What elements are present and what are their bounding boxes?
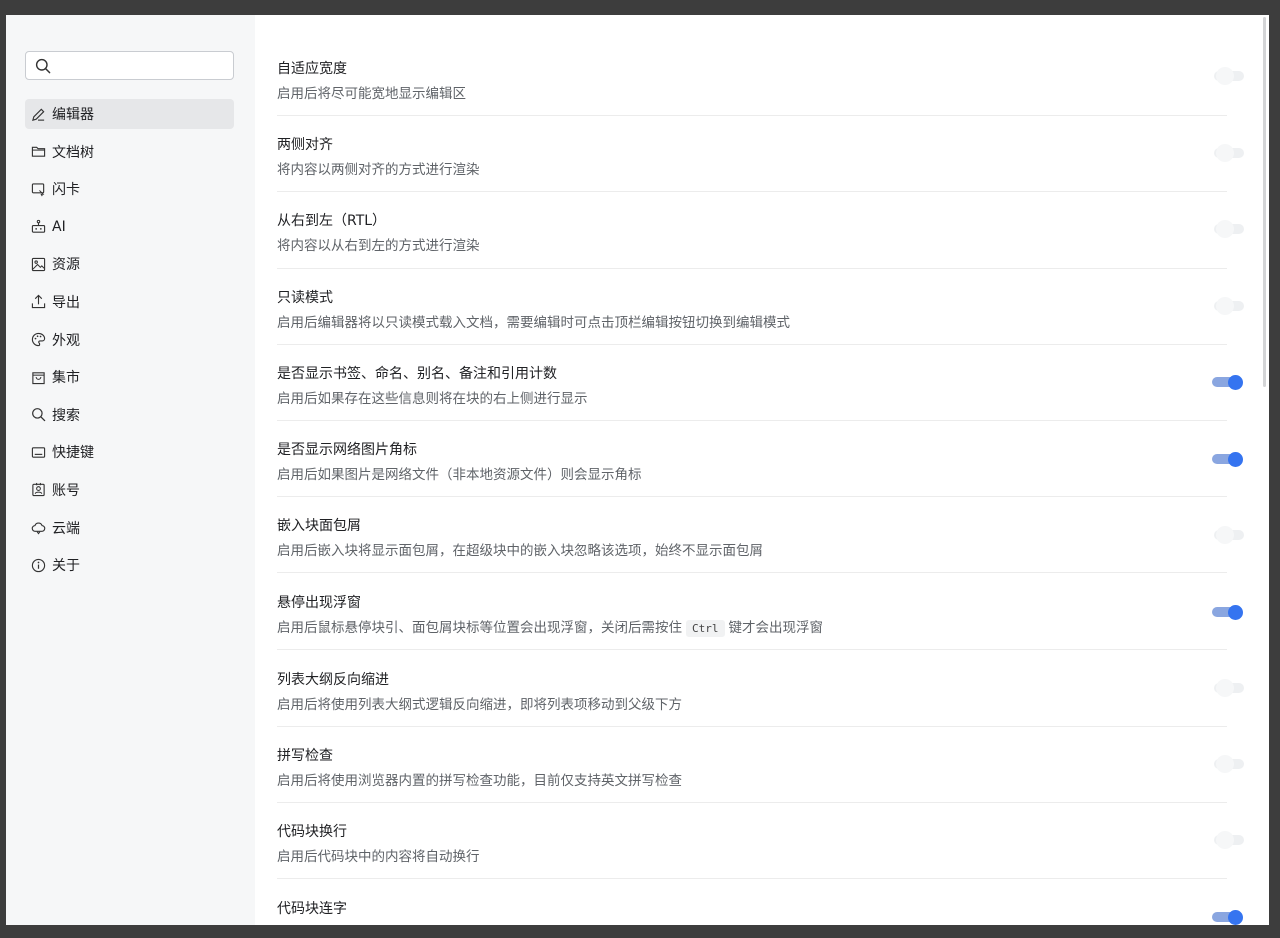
sidebar-item-label: 集市 xyxy=(52,370,80,387)
info-icon xyxy=(31,558,46,573)
rtl-toggle[interactable] xyxy=(1214,220,1248,240)
flashcard-icon xyxy=(31,182,46,197)
settings-content: 自适应宽度 启用后将尽可能宽地显示编辑区 两侧对齐 将内容以两侧对齐的方式进行渲… xyxy=(255,15,1269,925)
adaptive-width-toggle[interactable] xyxy=(1214,67,1248,87)
readonly-toggle[interactable] xyxy=(1214,297,1248,317)
sidebar-item-label: 文档树 xyxy=(52,144,94,161)
search-input[interactable] xyxy=(58,55,230,77)
cloud-icon xyxy=(31,520,46,535)
setting-title: 只读模式 xyxy=(277,290,333,306)
keyboard-shortcut-ctrl: Ctrl xyxy=(686,620,725,637)
sidebar-item-label: 资源 xyxy=(52,257,80,274)
setting-description: 启用后将使用列表大纲式逻辑反向缩进，即将列表项移动到父级下方 xyxy=(277,697,682,713)
sidebar-item-label: 搜索 xyxy=(52,407,80,424)
setting-description: 启用后编辑器将以只读模式载入文档，需要编辑时可点击顶栏编辑按钮切换到编辑模式 xyxy=(277,315,790,331)
setting-description: 启用后鼠标悬停块引、面包屑块标等位置会出现浮窗，关闭后需按住 Ctrl 键才会出现浮… xyxy=(277,616,824,637)
setting-title: 两侧对齐 xyxy=(277,137,333,153)
setting-title: 自适应宽度 xyxy=(277,61,347,77)
setting-description: 启用后如果存在这些信息则将在块的右上侧进行显示 xyxy=(277,391,588,407)
sidebar-item-keymap[interactable]: 快捷键 xyxy=(25,437,234,467)
image-icon xyxy=(31,257,46,272)
sidebar-item-filetree[interactable]: 文档树 xyxy=(25,137,234,167)
upload-icon xyxy=(31,294,46,309)
search-icon xyxy=(35,58,51,74)
spellcheck-toggle[interactable] xyxy=(1214,755,1248,775)
settings-dialog: 编辑器 文档树 闪卡 AI 资源 导出 外观 集市 搜索 快捷键 账号 云端 关… xyxy=(6,15,1269,925)
network-image-badge-toggle[interactable] xyxy=(1212,450,1246,470)
sidebar-item-label: 快捷键 xyxy=(52,445,94,462)
setting-title: 嵌入块面包屑 xyxy=(277,518,361,534)
sidebar-item-flashcard[interactable]: 闪卡 xyxy=(25,174,234,204)
sidebar-item-label: 编辑器 xyxy=(52,107,94,123)
bag-icon xyxy=(31,370,46,385)
list-outline-toggle[interactable] xyxy=(1214,679,1248,699)
settings-nav: 编辑器 文档树 闪卡 AI 资源 导出 外观 集市 搜索 快捷键 账号 云端 关… xyxy=(25,99,234,588)
setting-description: 将内容以两侧对齐的方式进行渲染 xyxy=(277,162,480,178)
embed-breadcrumb-toggle[interactable] xyxy=(1214,526,1248,546)
sidebar-item-assets[interactable]: 资源 xyxy=(25,249,234,279)
setting-title: 从右到左（RTL） xyxy=(277,213,387,229)
setting-embed-breadcrumb: 嵌入块面包屑 启用后嵌入块将显示面包屑，在超级块中的嵌入块忽略该选项，始终不显示… xyxy=(277,515,1227,573)
setting-description: 启用后将尽可能宽地显示编辑区 xyxy=(277,86,466,102)
sidebar-item-label: 外观 xyxy=(52,332,80,349)
sidebar-item-label: 账号 xyxy=(52,482,80,499)
setting-rtl: 从右到左（RTL） 将内容以从右到左的方式进行渲染 xyxy=(277,210,1227,269)
setting-title: 悬停出现浮窗 xyxy=(277,595,361,611)
search-icon xyxy=(31,407,46,422)
sidebar-item-search[interactable]: 搜索 xyxy=(25,400,234,430)
setting-readonly: 只读模式 启用后编辑器将以只读模式载入文档，需要编辑时可点击顶栏编辑按钮切换到编… xyxy=(277,287,1227,345)
settings-sidebar: 编辑器 文档树 闪卡 AI 资源 导出 外观 集市 搜索 快捷键 账号 云端 关… xyxy=(6,15,255,925)
setting-description: 启用后代码块中的内容将自动换行 xyxy=(277,849,480,865)
code-wrap-toggle[interactable] xyxy=(1214,831,1248,851)
sidebar-item-bazaar[interactable]: 集市 xyxy=(25,362,234,392)
setting-title: 是否显示书签、命名、别名、备注和引用计数 xyxy=(277,366,557,382)
sidebar-item-ai[interactable]: AI xyxy=(25,212,234,242)
setting-code-ligatures: 代码块连字 xyxy=(277,898,1227,925)
sidebar-item-label: AI xyxy=(52,218,66,235)
sidebar-item-editor[interactable]: 编辑器 xyxy=(25,99,234,129)
setting-description: 将内容以从右到左的方式进行渲染 xyxy=(277,238,480,254)
setting-title: 列表大纲反向缩进 xyxy=(277,672,389,688)
sidebar-item-label: 云端 xyxy=(52,520,80,537)
sidebar-item-label: 导出 xyxy=(52,294,80,311)
sidebar-item-export[interactable]: 导出 xyxy=(25,287,234,317)
hover-popup-toggle[interactable] xyxy=(1212,603,1246,623)
setting-description-text: 键才会出现浮窗 xyxy=(728,620,824,636)
sidebar-item-label: 关于 xyxy=(52,558,80,575)
setting-title: 代码块换行 xyxy=(277,824,347,840)
setting-list-outline: 列表大纲反向缩进 启用后将使用列表大纲式逻辑反向缩进，即将列表项移动到父级下方 xyxy=(277,669,1227,727)
folder-icon xyxy=(31,144,46,159)
show-block-attrs-toggle[interactable] xyxy=(1212,373,1246,393)
sidebar-item-label: 闪卡 xyxy=(52,182,80,199)
setting-description: 启用后如果图片是网络文件（非本地资源文件）则会显示角标 xyxy=(277,467,642,483)
setting-hover-popup: 悬停出现浮窗 启用后鼠标悬停块引、面包屑块标等位置会出现浮窗，关闭后需按住 Ctr… xyxy=(277,592,1227,650)
keyboard-icon xyxy=(31,445,46,460)
scrollbar-thumb[interactable] xyxy=(1263,17,1266,387)
search-box[interactable] xyxy=(25,51,234,80)
setting-title: 代码块连字 xyxy=(277,901,347,917)
setting-description-text: 启用后鼠标悬停块引、面包屑块标等位置会出现浮窗，关闭后需按住 xyxy=(277,620,682,636)
robot-icon xyxy=(31,219,46,234)
setting-title: 是否显示网络图片角标 xyxy=(277,442,417,458)
setting-show-block-attrs: 是否显示书签、命名、别名、备注和引用计数 启用后如果存在这些信息则将在块的右上侧… xyxy=(277,363,1227,421)
setting-network-image-badge: 是否显示网络图片角标 启用后如果图片是网络文件（非本地资源文件）则会显示角标 xyxy=(277,439,1227,497)
setting-code-wrap: 代码块换行 启用后代码块中的内容将自动换行 xyxy=(277,821,1227,879)
setting-spellcheck: 拼写检查 启用后将使用浏览器内置的拼写检查功能，目前仅支持英文拼写检查 xyxy=(277,745,1227,803)
setting-title: 拼写检查 xyxy=(277,748,333,764)
palette-icon xyxy=(31,332,46,347)
setting-justify: 两侧对齐 将内容以两侧对齐的方式进行渲染 xyxy=(277,134,1227,192)
justify-toggle[interactable] xyxy=(1214,144,1248,164)
setting-description: 启用后嵌入块将显示面包屑，在超级块中的嵌入块忽略该选项，始终不显示面包屑 xyxy=(277,543,763,559)
setting-adaptive-width: 自适应宽度 启用后将尽可能宽地显示编辑区 xyxy=(277,58,1227,116)
sidebar-item-about[interactable]: 关于 xyxy=(25,550,234,580)
edit-icon xyxy=(31,107,46,122)
account-icon xyxy=(31,482,46,497)
sidebar-item-appearance[interactable]: 外观 xyxy=(25,325,234,355)
sidebar-item-cloud[interactable]: 云端 xyxy=(25,513,234,543)
setting-description: 启用后将使用浏览器内置的拼写检查功能，目前仅支持英文拼写检查 xyxy=(277,773,682,789)
code-ligatures-toggle[interactable] xyxy=(1212,908,1246,925)
sidebar-item-account[interactable]: 账号 xyxy=(25,475,234,505)
